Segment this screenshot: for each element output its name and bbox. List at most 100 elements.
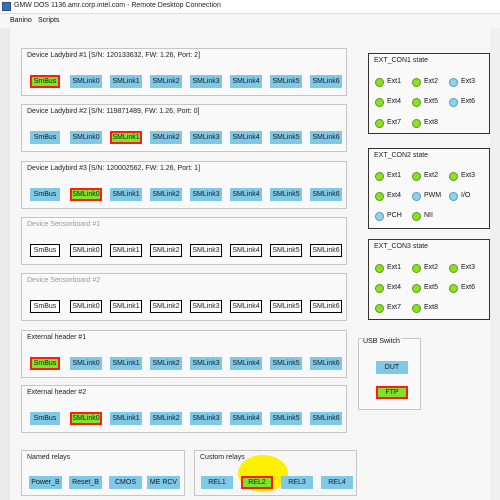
led-icon [412, 119, 421, 128]
smbus-button[interactable]: SmBus [30, 75, 60, 88]
led-icon [412, 98, 421, 107]
led-icon [412, 284, 421, 293]
smlink5-button[interactable]: SMLink5 [270, 131, 302, 144]
relay-me-rcv-button[interactable]: ME RCV [147, 476, 180, 489]
smlink2-button[interactable]: SMLink2 [150, 244, 182, 257]
smlink2-button[interactable]: SMLink2 [150, 412, 182, 425]
smbus-button[interactable]: SmBus [30, 300, 60, 313]
ext-con1-title: EXT_CON1 state [374, 57, 429, 64]
smlink1-button[interactable]: SMLink1 [110, 300, 142, 313]
device-group-title: Device Ladybird #1 [S/N: 120133632, FW: … [27, 52, 201, 59]
smlink0-button[interactable]: SMLink0 [70, 75, 102, 88]
named-relays-group: Named relays Power_B Reset_B CMOS ME RCV [21, 450, 185, 496]
relay-cmos-button[interactable]: CMOS [109, 476, 142, 489]
smlink5-button[interactable]: SMLink5 [270, 357, 302, 370]
smlink0-button[interactable]: SMLink0 [70, 412, 102, 425]
smlink3-button[interactable]: SMLink3 [190, 357, 222, 370]
smlink3-button[interactable]: SMLink3 [190, 300, 222, 313]
device-group-3: Device Ladybird #3 [S/N: 120002562, FW: … [21, 161, 347, 209]
smlink6-button[interactable]: SMLink6 [310, 244, 342, 257]
smlink4-button[interactable]: SMLink4 [230, 300, 262, 313]
smlink1-button[interactable]: SMLink1 [110, 131, 142, 144]
smlink1-button[interactable]: SMLink1 [110, 75, 142, 88]
smlink6-button[interactable]: SMLink6 [310, 300, 342, 313]
menu-item-banino[interactable]: Banino [10, 17, 32, 24]
smbus-button[interactable]: SmBus [30, 412, 60, 425]
smlink5-button[interactable]: SMLink5 [270, 412, 302, 425]
window-title-bar: GMW DOS 1136.amr.corp.intel.com - Remote… [0, 0, 500, 14]
usb-ftp-button[interactable]: FTP [376, 386, 408, 399]
smbus-button[interactable]: SmBus [30, 357, 60, 370]
smlink0-button[interactable]: SMLink0 [70, 188, 102, 201]
menu-item-scripts[interactable]: Scripts [38, 17, 59, 24]
smlink5-button[interactable]: SMLink5 [270, 188, 302, 201]
named-relays-title: Named relays [27, 454, 71, 461]
smlink4-button[interactable]: SMLink4 [230, 131, 262, 144]
smlink2-button[interactable]: SMLink2 [150, 75, 182, 88]
smlink2-button[interactable]: SMLink2 [150, 300, 182, 313]
smlink4-button[interactable]: SMLink4 [230, 357, 262, 370]
smlink0-button[interactable]: SMLink0 [70, 357, 102, 370]
smlink6-button[interactable]: SMLink6 [310, 412, 342, 425]
led-icon [412, 172, 421, 181]
usb-switch-title: USB Switch [362, 338, 401, 345]
smlink4-button[interactable]: SMLink4 [230, 412, 262, 425]
smlink3-button[interactable]: SMLink3 [190, 131, 222, 144]
relay-rel1-button[interactable]: REL1 [201, 476, 233, 489]
led-icon [449, 192, 458, 201]
smbus-button[interactable]: SmBus [30, 131, 60, 144]
led-icon [375, 192, 384, 201]
smlink5-button[interactable]: SMLink5 [270, 75, 302, 88]
smbus-button[interactable]: SmBus [30, 188, 60, 201]
led-icon [375, 119, 384, 128]
smlink2-button[interactable]: SMLink2 [150, 357, 182, 370]
smlink5-button[interactable]: SMLink5 [270, 300, 302, 313]
smbus-button[interactable]: SmBus [30, 244, 60, 257]
smlink0-button[interactable]: SMLink0 [70, 300, 102, 313]
smlink4-button[interactable]: SMLink4 [230, 75, 262, 88]
relay-rel2-button[interactable]: REL2 [241, 476, 273, 489]
ext-con2-title: EXT_CON2 state [374, 152, 429, 159]
smlink1-button[interactable]: SMLink1 [110, 188, 142, 201]
usb-switch-group: USB Switch DUT FTP [358, 338, 421, 410]
smlink6-button[interactable]: SMLink6 [310, 131, 342, 144]
led-icon [375, 212, 384, 221]
smlink6-button[interactable]: SMLink6 [310, 188, 342, 201]
device-group-title: Device Ladybird #3 [S/N: 120002562, FW: … [27, 165, 201, 172]
smlink2-button[interactable]: SMLink2 [150, 131, 182, 144]
smlink6-button[interactable]: SMLink6 [310, 357, 342, 370]
relay-reset-b-button[interactable]: Reset_B [69, 476, 102, 489]
relay-rel3-button[interactable]: REL3 [281, 476, 313, 489]
device-group-5: Device Sensorboard #2 SmBus SMLink0 SMLink1… [21, 273, 347, 321]
device-group-2: Device Ladybird #2 [S/N: 119871489, FW: … [21, 104, 347, 152]
smlink1-button[interactable]: SMLink1 [110, 412, 142, 425]
smlink0-button[interactable]: SMLink0 [70, 244, 102, 257]
smlink4-button[interactable]: SMLink4 [230, 188, 262, 201]
led-icon [449, 264, 458, 273]
led-icon [375, 98, 384, 107]
smlink1-button[interactable]: SMLink1 [110, 357, 142, 370]
scrollbar[interactable] [490, 28, 500, 500]
custom-relays-title: Custom relays [200, 454, 245, 461]
smlink3-button[interactable]: SMLink3 [190, 188, 222, 201]
menu-bar: Banino Scripts [0, 14, 500, 29]
smlink3-button[interactable]: SMLink3 [190, 412, 222, 425]
smlink5-button[interactable]: SMLink5 [270, 244, 302, 257]
led-icon [412, 212, 421, 221]
relay-rel4-button[interactable]: REL4 [321, 476, 353, 489]
led-icon [375, 172, 384, 181]
ext-con1-group: EXT_CON1 state Ext1 Ext2 Ext3 Ext4 Ext5 … [368, 53, 490, 134]
relay-power-b-button[interactable]: Power_B [29, 476, 62, 489]
smlink3-button[interactable]: SMLink3 [190, 244, 222, 257]
smlink2-button[interactable]: SMLink2 [150, 188, 182, 201]
smlink0-button[interactable]: SMLink0 [70, 131, 102, 144]
smlink4-button[interactable]: SMLink4 [230, 244, 262, 257]
device-group-title: Device Sensorboard #1 [27, 221, 101, 228]
smlink3-button[interactable]: SMLink3 [190, 75, 222, 88]
device-group-title: External header #1 [27, 334, 87, 341]
usb-dut-button[interactable]: DUT [376, 361, 408, 374]
smlink1-button[interactable]: SMLink1 [110, 244, 142, 257]
smlink6-button[interactable]: SMLink6 [310, 75, 342, 88]
left-margin [0, 28, 10, 500]
led-icon [375, 264, 384, 273]
